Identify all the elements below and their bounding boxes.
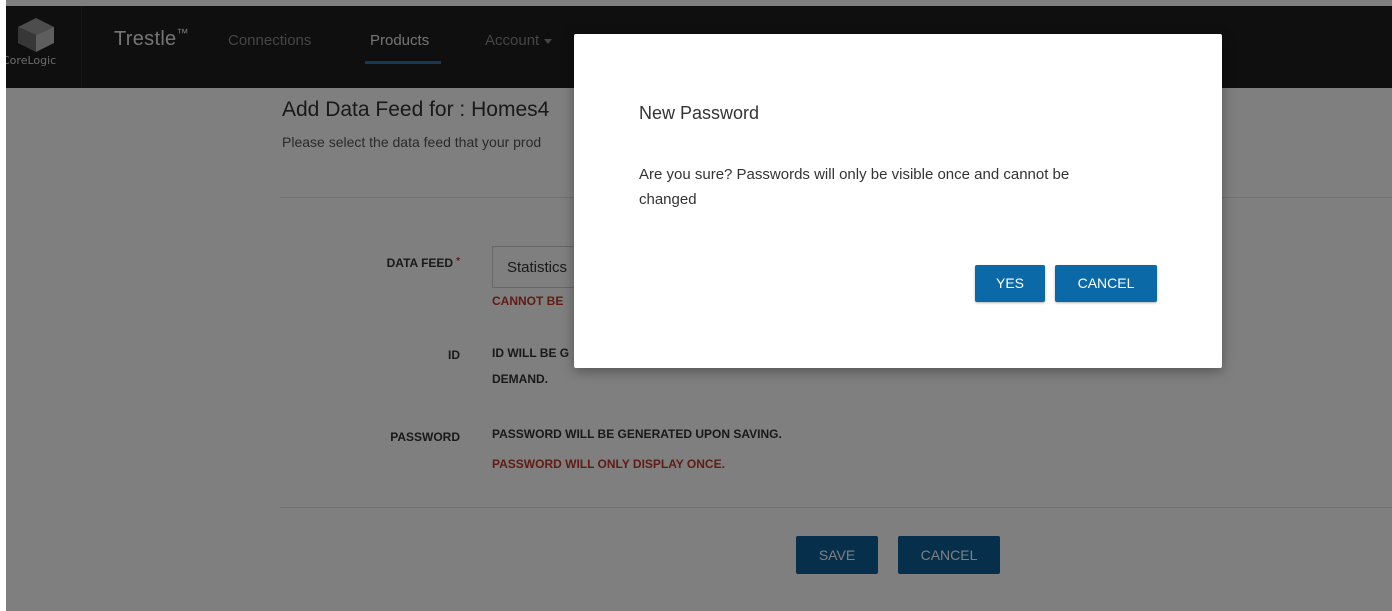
dialog-cancel-button[interactable]: CANCEL bbox=[1055, 265, 1157, 302]
window-edge bbox=[0, 0, 6, 611]
page: CoreLogic Trestle™ Connections Products … bbox=[0, 0, 1392, 611]
yes-button[interactable]: YES bbox=[975, 265, 1045, 302]
dialog-title: New Password bbox=[639, 103, 760, 123]
confirm-dialog: New Password Are you sure? Passwords wil… bbox=[574, 34, 1222, 368]
dialog-message: Are you sure? Passwords will only be vis… bbox=[639, 166, 1070, 208]
